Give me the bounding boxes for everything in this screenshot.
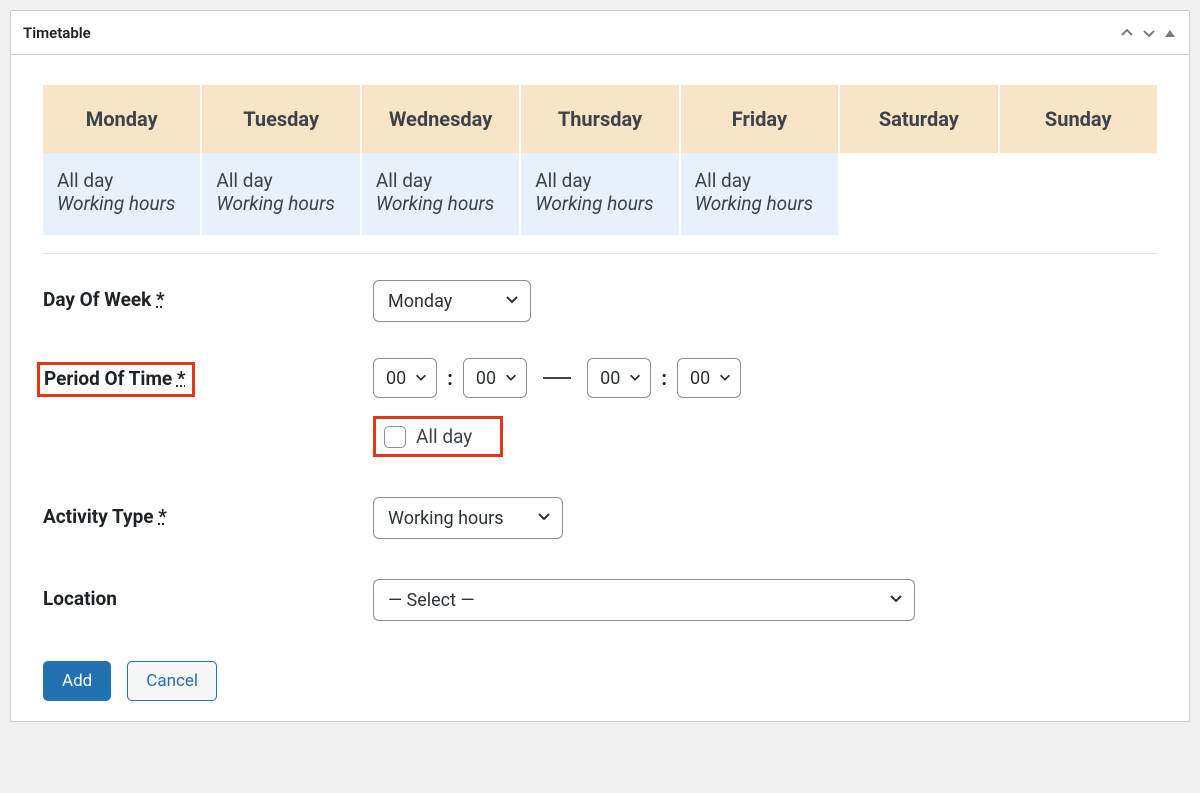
activity-type-label: Activity Type * [43,497,373,528]
timetable-cell-activity: Working hours [695,192,824,215]
timetable-header-thursday: Thursday [521,85,680,153]
timetable-panel: Timetable Monday Tuesday Wednesday Thurs… [10,10,1190,722]
timetable-header-row: Monday Tuesday Wednesday Thursday Friday… [43,85,1157,153]
location-value: — Select — [388,590,475,611]
timetable-header-sunday: Sunday [1000,85,1157,153]
timetable-header-saturday: Saturday [840,85,999,153]
chevron-down-icon[interactable] [1141,25,1157,41]
timetable-cell-activity: Working hours [57,192,186,215]
day-of-week-label: Day Of Week * [43,280,373,311]
timetable-cell-time: All day [216,169,345,192]
chevron-down-icon [504,368,518,389]
period-from-hour-select[interactable]: 00 [373,358,437,398]
period-to-minute-select[interactable]: 00 [677,358,741,398]
timetable-cell-saturday[interactable] [840,153,999,235]
timetable-cell-friday[interactable]: All day Working hours [681,153,840,235]
timetable-header-tuesday: Tuesday [202,85,361,153]
time-range-dash [543,377,571,379]
time-colon: : [447,366,453,390]
day-of-week-select[interactable]: Monday [373,280,531,322]
period-of-time-label: Period Of Time * [43,358,373,397]
all-day-checkbox-container[interactable]: All day [373,416,503,457]
cancel-button[interactable]: Cancel [127,661,217,701]
timetable-cell-time: All day [695,169,824,192]
timetable-cell-activity: Working hours [535,192,664,215]
chevron-down-icon [718,368,732,389]
location-label: Location [43,579,373,610]
timetable-row: All day Working hours All day Working ho… [43,153,1157,235]
time-colon: : [661,366,667,390]
period-from-minute-select[interactable]: 00 [463,358,527,398]
timetable-header-monday: Monday [43,85,202,153]
chevron-up-icon[interactable] [1119,25,1135,41]
period-of-time-controls: 00 : 00 00 : [373,358,741,398]
timetable-cell-monday[interactable]: All day Working hours [43,153,202,235]
chevron-down-icon [536,508,552,529]
timetable-cell-activity: Working hours [216,192,345,215]
collapse-panel-icon[interactable] [1163,26,1177,40]
timetable-cell-activity: Working hours [376,192,505,215]
chevron-down-icon [504,291,520,312]
timetable-cell-time: All day [376,169,505,192]
all-day-checkbox[interactable] [384,426,406,448]
timetable-cell-sunday[interactable] [1000,153,1157,235]
location-select[interactable]: — Select — [373,579,915,621]
timetable-cell-thursday[interactable]: All day Working hours [521,153,680,235]
chevron-down-icon [414,368,428,389]
day-of-week-value: Monday [388,291,452,312]
panel-header: Timetable [11,11,1189,55]
activity-type-select[interactable]: Working hours [373,497,563,539]
all-day-label: All day [416,425,472,448]
timetable-cell-wednesday[interactable]: All day Working hours [362,153,521,235]
period-to-hour-select[interactable]: 00 [587,358,651,398]
activity-type-value: Working hours [388,508,504,529]
chevron-down-icon [628,368,642,389]
panel-title: Timetable [23,24,91,42]
chevron-down-icon [888,590,904,611]
timetable-cell-time: All day [535,169,664,192]
timetable-cell-time: All day [57,169,186,192]
timetable-header-wednesday: Wednesday [362,85,521,153]
divider [43,253,1157,254]
add-button[interactable]: Add [43,661,111,701]
timetable-header-friday: Friday [681,85,840,153]
timetable-cell-tuesday[interactable]: All day Working hours [202,153,361,235]
